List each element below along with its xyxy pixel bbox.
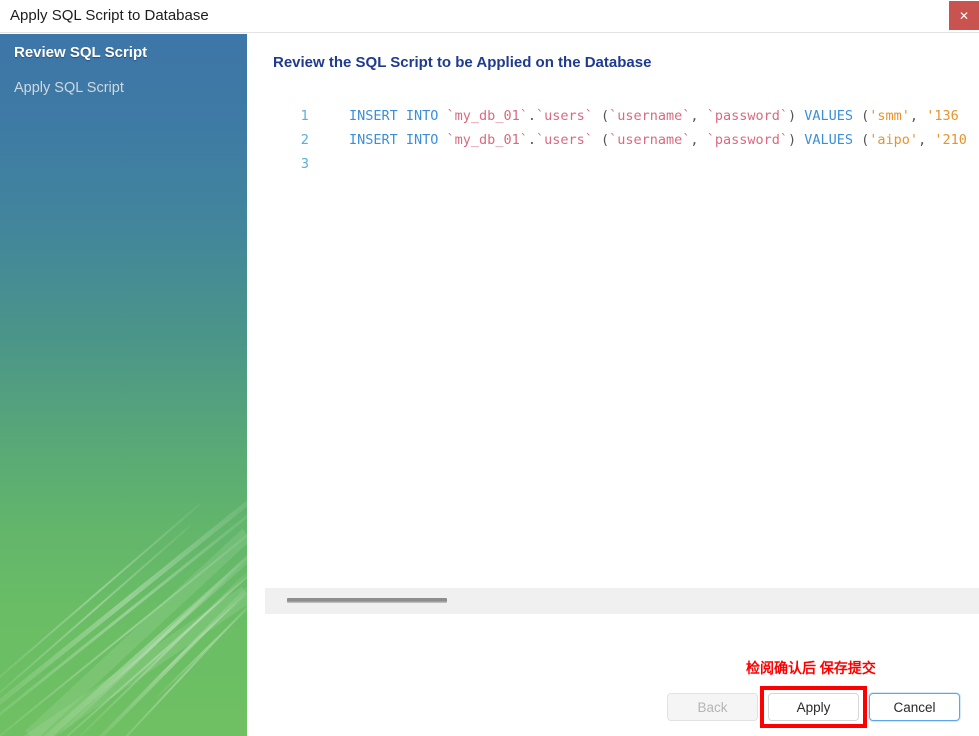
horizontal-scrollbar[interactable] bbox=[265, 588, 979, 614]
code-token-str: 'smm' bbox=[869, 108, 910, 124]
page-title: Review the SQL Script to be Applied on t… bbox=[273, 54, 652, 71]
code-token-str: '136 bbox=[926, 108, 959, 124]
code-token-kw: INSERT INTO bbox=[349, 108, 447, 124]
line-number: 1 bbox=[300, 109, 309, 124]
code-text: INSERT INTO `my_db_01`.`users` (`usernam… bbox=[313, 104, 959, 128]
code-token-kw: VALUES bbox=[804, 132, 854, 148]
main-panel: Review the SQL Script to be Applied on t… bbox=[247, 34, 979, 736]
code-token-punc: ) bbox=[787, 132, 805, 148]
code-token-ident: `username` bbox=[609, 108, 691, 124]
cancel-button[interactable]: Cancel bbox=[869, 693, 960, 721]
apply-sql-script-dialog: Apply SQL Script to Database ✕ Review SQ… bbox=[0, 0, 979, 736]
code-token-kw: INSERT INTO bbox=[349, 132, 447, 148]
code-token-punc: , bbox=[918, 132, 935, 148]
sql-script-editor[interactable]: 1 INSERT INTO `my_db_01`.`users` (`userna… bbox=[265, 104, 979, 588]
annotation-label: 检阅确认后 保存提交 bbox=[746, 660, 876, 676]
line-number: 2 bbox=[300, 133, 309, 148]
code-token-str: 'aipo' bbox=[869, 132, 919, 148]
code-token-str: '210 bbox=[934, 132, 967, 148]
sidebar-item-label: Apply SQL Script bbox=[14, 80, 124, 96]
code-token-punc: ( bbox=[853, 108, 870, 124]
code-token-ident: `my_db_01` bbox=[446, 108, 528, 124]
wizard-sidebar: Review SQL Script Apply SQL Script bbox=[0, 34, 247, 736]
back-button[interactable]: Back bbox=[667, 693, 758, 721]
close-icon[interactable]: ✕ bbox=[949, 1, 979, 30]
code-token-kw: VALUES bbox=[804, 108, 854, 124]
code-token-ident: `password` bbox=[706, 132, 788, 148]
sidebar-item-apply-sql-script[interactable]: Apply SQL Script bbox=[14, 80, 124, 96]
code-token-punc: . bbox=[527, 132, 536, 148]
code-token-punc: , bbox=[690, 108, 707, 124]
horizontal-scrollbar-thumb[interactable] bbox=[287, 598, 447, 603]
code-token-punc: ( bbox=[592, 108, 610, 124]
code-line: 2 INSERT INTO `my_db_01`.`users` (`userna… bbox=[265, 128, 979, 152]
code-text: INSERT INTO `my_db_01`.`users` (`usernam… bbox=[313, 128, 967, 152]
apply-button[interactable]: Apply bbox=[768, 693, 859, 721]
code-token-punc: ( bbox=[592, 132, 610, 148]
sidebar-item-label: Review SQL Script bbox=[14, 44, 148, 61]
decorative-streaks-icon bbox=[0, 500, 247, 736]
sidebar-item-review-sql-script[interactable]: Review SQL Script bbox=[14, 44, 147, 61]
code-token-ident: `my_db_01` bbox=[446, 132, 528, 148]
code-token-punc: ) bbox=[787, 108, 805, 124]
code-token-punc: ( bbox=[853, 132, 870, 148]
code-token-punc: , bbox=[909, 108, 927, 124]
code-token-ident: `users` bbox=[535, 132, 593, 148]
window-title: Apply SQL Script to Database bbox=[10, 7, 209, 24]
line-number: 3 bbox=[300, 157, 309, 172]
code-token-punc: . bbox=[527, 108, 536, 124]
code-token-punc: , bbox=[690, 132, 707, 148]
code-token-ident: `users` bbox=[535, 108, 593, 124]
code-token-ident: `username` bbox=[609, 132, 691, 148]
code-line: 3 bbox=[265, 152, 979, 176]
code-token-ident: `password` bbox=[706, 108, 788, 124]
code-line: 1 INSERT INTO `my_db_01`.`users` (`userna… bbox=[265, 104, 979, 128]
title-bar: Apply SQL Script to Database ✕ bbox=[0, 0, 979, 33]
